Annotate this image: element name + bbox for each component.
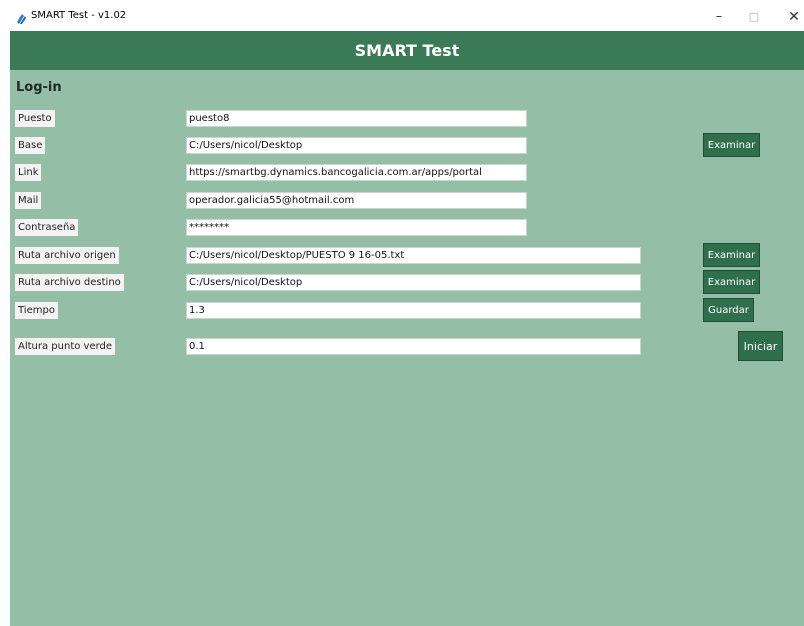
window-titlebar: SMART Test - v1.02 – □ ✕ [0,0,804,31]
close-button[interactable]: ✕ [784,7,804,27]
maximize-button[interactable]: □ [744,7,764,27]
window-title: SMART Test - v1.02 [31,10,127,21]
tiempo-input[interactable] [186,302,641,319]
destino-input[interactable] [186,274,641,291]
app-logo-icon [15,13,27,25]
section-title-login: Log-in [16,80,62,95]
altura-input[interactable] [186,338,641,355]
link-label: Link [15,164,42,181]
puesto-input[interactable] [186,110,527,127]
tiempo-label: Tiempo [15,302,58,319]
mail-input[interactable] [186,192,527,209]
iniciar-button[interactable]: Iniciar [738,331,783,361]
puesto-label: Puesto [15,110,55,127]
guardar-button[interactable]: Guardar [703,298,754,322]
password-label: Contraseña [15,219,79,236]
base-label: Base [15,137,46,154]
base-input[interactable] [186,137,527,154]
app-header: SMART Test [10,31,804,70]
altura-label: Altura punto verde [15,338,116,355]
destino-label: Ruta archivo destino [15,274,124,291]
mail-label: Mail [15,192,42,209]
header-title: SMART Test [354,41,460,60]
minimize-button[interactable]: – [709,7,729,27]
main-panel: SMART Test Log-in Puesto Base Examinar L… [10,31,804,626]
password-input[interactable] [186,219,527,236]
origen-examinar-button[interactable]: Examinar [703,243,760,267]
origen-input[interactable] [186,247,641,264]
link-input[interactable] [186,164,527,181]
origen-label: Ruta archivo origen [15,247,119,264]
destino-examinar-button[interactable]: Examinar [703,270,760,294]
base-examinar-button[interactable]: Examinar [703,133,760,157]
